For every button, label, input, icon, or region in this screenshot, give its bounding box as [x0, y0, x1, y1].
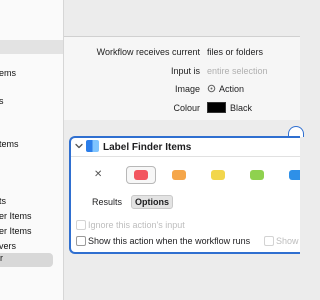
sidebar-item[interactable]: er Items	[0, 226, 32, 236]
action-library-sidebar: ems s tems ts er Items er Items vers r	[0, 0, 64, 300]
colour-select[interactable]: Black	[207, 101, 252, 114]
show-when-runs-label: Show this action when the workflow runs	[88, 236, 251, 246]
tab-results[interactable]: Results	[92, 197, 122, 207]
chevron-down-icon[interactable]	[75, 142, 83, 150]
sidebar-header-selected	[0, 40, 63, 54]
show-when-runs-checkbox[interactable]	[76, 236, 86, 246]
sidebar-item[interactable]: ts	[0, 196, 6, 206]
sidebar-item[interactable]: ems	[0, 68, 16, 78]
colour-label: Colour	[173, 103, 200, 113]
divider	[71, 156, 300, 157]
action-title: Label Finder Items	[103, 142, 192, 153]
swatch-red[interactable]	[134, 170, 148, 180]
receives-value: files or folders	[207, 46, 264, 57]
image-label: Image	[174, 84, 200, 94]
show-option-checkbox[interactable]	[264, 236, 274, 246]
tab-options[interactable]: Options	[131, 195, 173, 209]
input-select[interactable]: entire selection	[207, 64, 268, 77]
sidebar-item[interactable]: vers	[0, 241, 16, 251]
sidebar-item[interactable]: tems	[0, 139, 19, 149]
colour-swatch	[207, 102, 226, 113]
ignore-input-checkbox[interactable]	[76, 220, 86, 230]
input-placeholder: entire selection	[207, 65, 268, 76]
input-label: Input is	[170, 66, 200, 76]
divider	[64, 36, 300, 37]
sidebar-item[interactable]: s	[0, 96, 4, 106]
swatch-blue[interactable]	[289, 170, 300, 180]
receives-select[interactable]: files or folders	[207, 45, 263, 58]
show-option-label: Show	[276, 236, 299, 246]
gear-icon	[207, 84, 216, 93]
swatch-orange[interactable]	[172, 170, 186, 180]
colour-value: Black	[230, 102, 253, 113]
clear-label-button[interactable]: ✕	[94, 169, 102, 180]
receives-label: Workflow receives current	[96, 47, 200, 57]
finder-icon	[86, 140, 99, 152]
sidebar-item-selected[interactable]: r	[0, 253, 53, 267]
image-value: Action	[219, 83, 245, 94]
sidebar-item[interactable]: er Items	[0, 211, 32, 221]
swatch-green[interactable]	[250, 170, 264, 180]
sidebar-item-label: r	[0, 253, 3, 263]
swatch-yellow[interactable]	[211, 170, 225, 180]
ignore-input-label: Ignore this action's input	[88, 220, 185, 230]
workflow-canvas	[64, 254, 300, 300]
image-select[interactable]: Action	[207, 82, 244, 95]
